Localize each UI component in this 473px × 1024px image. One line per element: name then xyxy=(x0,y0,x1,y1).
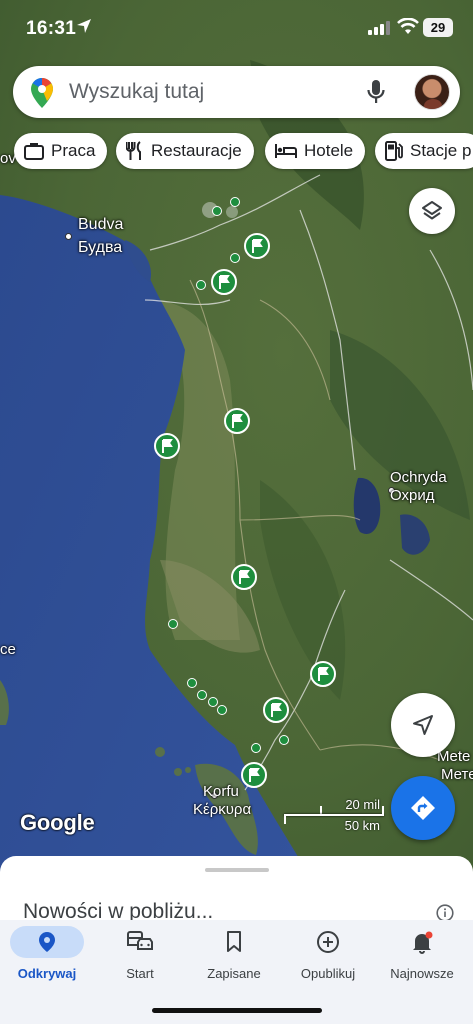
cellular-signal-icon xyxy=(368,21,390,35)
city-dot xyxy=(65,233,72,240)
poi-dot[interactable] xyxy=(212,206,222,216)
my-location-button[interactable] xyxy=(391,693,455,757)
scale-miles: 20 mil xyxy=(345,797,380,812)
search-bar[interactable]: Wyszukaj tutaj xyxy=(13,66,460,118)
flag-icon xyxy=(224,408,250,434)
layers-button[interactable] xyxy=(409,188,455,234)
poi-dot[interactable] xyxy=(251,743,261,753)
flag-icon xyxy=(310,661,336,687)
place-label-edge-left: ce xyxy=(0,641,16,658)
flag-icon xyxy=(263,697,289,723)
status-bar: 16:31 29 xyxy=(0,0,473,56)
chip-hotele[interactable]: Hotele xyxy=(265,133,366,169)
category-chips: Praca Restauracje Hotele Stacje p xyxy=(14,133,473,169)
nav-start[interactable]: Start xyxy=(93,926,187,981)
location-pin-icon xyxy=(39,932,55,952)
chip-label: Stacje p xyxy=(410,141,472,160)
bottom-navigation: Odkrywaj Start Zapisane Opublikuj Najnow… xyxy=(0,920,473,1024)
flag-icon xyxy=(154,433,180,459)
bookmark-icon xyxy=(227,931,241,952)
chip-label: Praca xyxy=(51,141,96,160)
nav-label: Opublikuj xyxy=(300,966,356,981)
flag-icon xyxy=(231,564,257,590)
poi-dot[interactable] xyxy=(168,619,178,629)
poi-dot[interactable] xyxy=(196,280,206,290)
place-label-budva[interactable]: Budva xyxy=(78,216,123,234)
gas-station-icon xyxy=(385,141,403,161)
scale-km: 50 km xyxy=(344,818,380,833)
poi-dot[interactable] xyxy=(197,690,207,700)
sheet-drag-handle[interactable] xyxy=(205,868,269,872)
place-label-budva-cyrillic: Будва xyxy=(78,239,123,256)
nav-label: Start xyxy=(126,966,154,981)
bell-icon xyxy=(413,931,433,954)
battery-indicator: 29 xyxy=(423,18,453,37)
nav-najnowsze[interactable]: Najnowsze xyxy=(375,926,469,981)
chip-stacje-paliw[interactable]: Stacje p xyxy=(375,133,473,169)
chip-praca[interactable]: Praca xyxy=(14,133,108,169)
flag-icon xyxy=(241,762,267,788)
map-scale: 20 mil 50 km xyxy=(284,797,384,837)
poi-dot[interactable] xyxy=(217,705,227,715)
place-label-ohrid[interactable]: Ochryda xyxy=(390,469,447,486)
nav-label: Odkrywaj xyxy=(17,966,77,981)
poi-dot[interactable] xyxy=(279,735,289,745)
google-maps-pin-icon xyxy=(31,78,53,108)
poi-dot[interactable] xyxy=(187,678,197,688)
nav-zapisane[interactable]: Zapisane xyxy=(187,926,281,981)
flag-icon xyxy=(211,269,237,295)
place-label-edge-right-cyrillic: Мете xyxy=(441,766,473,783)
directions-button[interactable] xyxy=(391,776,455,840)
google-attribution: Google xyxy=(20,810,95,835)
place-label-ohrid-cyrillic: Охрид xyxy=(390,487,435,504)
microphone-icon[interactable] xyxy=(366,79,386,105)
status-time: 16:31 xyxy=(26,18,77,39)
place-label-corfu[interactable]: Korfu xyxy=(203,783,239,800)
chip-label: Hotele xyxy=(304,141,354,160)
poi-dot[interactable] xyxy=(230,197,240,207)
nav-label: Zapisane xyxy=(207,966,261,981)
nav-label: Najnowsze xyxy=(390,966,454,981)
chip-label: Restauracje xyxy=(151,141,242,160)
poi-dot[interactable] xyxy=(230,253,240,263)
navigation-arrow-icon xyxy=(413,715,433,735)
search-input[interactable]: Wyszukaj tutaj xyxy=(69,80,204,104)
layers-icon xyxy=(422,201,442,220)
chip-restauracje[interactable]: Restauracje xyxy=(116,133,254,169)
restaurant-icon xyxy=(126,141,141,160)
flag-icon xyxy=(244,233,270,259)
home-indicator xyxy=(152,1008,322,1013)
poi-dot[interactable] xyxy=(208,697,218,707)
briefcase-icon xyxy=(24,143,44,160)
directions-icon xyxy=(411,796,435,820)
hotel-icon xyxy=(275,144,297,158)
nav-odkrywaj[interactable]: Odkrywaj xyxy=(0,926,94,981)
add-circle-icon xyxy=(317,931,339,953)
nav-opublikuj[interactable]: Opublikuj xyxy=(281,926,375,981)
location-arrow-icon xyxy=(77,19,91,33)
wifi-icon xyxy=(397,18,419,34)
commute-icon xyxy=(127,931,153,950)
user-avatar[interactable] xyxy=(414,74,450,110)
place-label-corfu-greek: Κέρκυρα xyxy=(193,801,252,818)
